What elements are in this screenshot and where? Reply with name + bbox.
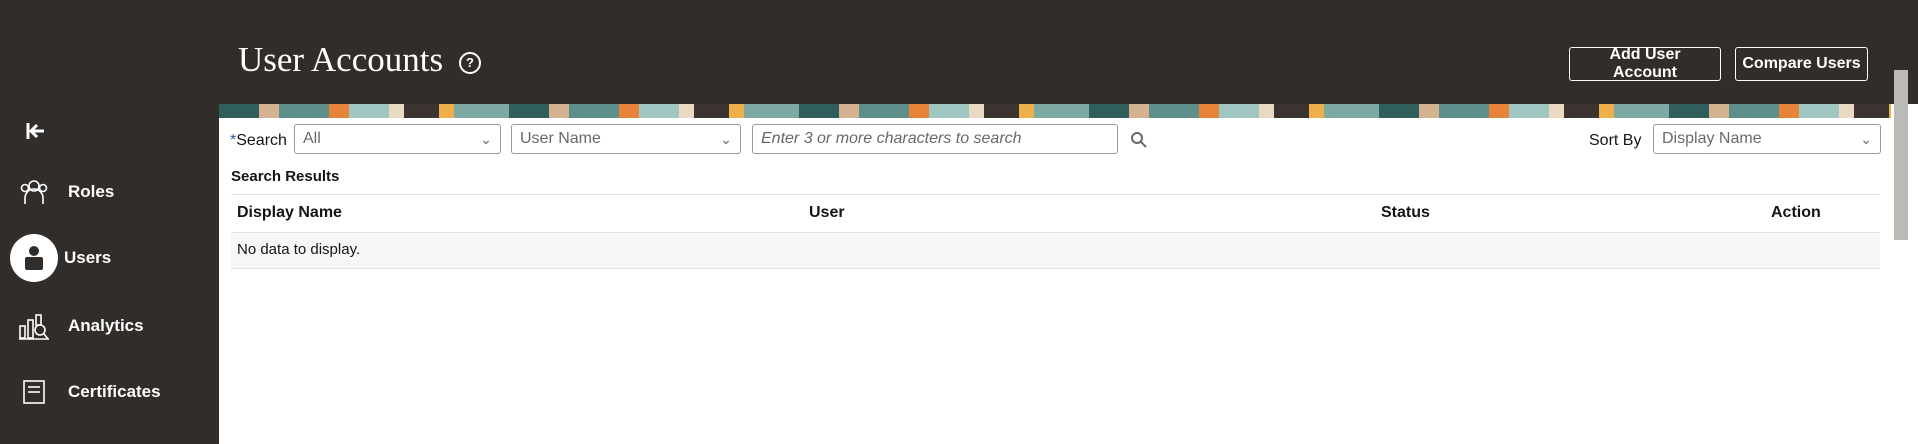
certificate-icon bbox=[10, 368, 58, 416]
search-results-title: Search Results bbox=[231, 168, 340, 185]
roles-icon bbox=[10, 168, 58, 216]
decorative-banner bbox=[219, 104, 1891, 118]
chevron-down-icon: ⌄ bbox=[480, 131, 492, 147]
chevron-down-icon: ⌄ bbox=[1860, 131, 1872, 147]
sidebar-item-label: Analytics bbox=[68, 316, 144, 335]
user-icon bbox=[10, 234, 58, 282]
page-title: User Accounts bbox=[238, 40, 444, 79]
sidebar-item-label: Users bbox=[64, 248, 112, 267]
sort-by-label: Sort By bbox=[1589, 132, 1642, 149]
add-user-account-button[interactable]: Add User Account bbox=[1569, 46, 1721, 81]
sidebar-item-label: Certificates bbox=[68, 382, 161, 401]
column-header-status[interactable]: Status bbox=[1381, 204, 1430, 222]
sidebar: Roles Users Analytics Certificates bbox=[0, 0, 219, 444]
search-label: *Search bbox=[230, 132, 287, 149]
compare-users-button[interactable]: Compare Users bbox=[1735, 47, 1868, 81]
table-header: Display Name User Status Action bbox=[231, 195, 1880, 233]
search-input[interactable]: Enter 3 or more characters to search bbox=[752, 124, 1118, 154]
empty-message: No data to display. bbox=[237, 241, 361, 258]
sort-by-select[interactable]: Display Name ⌄ bbox=[1653, 124, 1881, 154]
column-header-action: Action bbox=[1771, 204, 1821, 221]
scrollbar[interactable] bbox=[1894, 70, 1908, 240]
column-header-display-name[interactable]: Display Name bbox=[237, 204, 342, 222]
column-header-user[interactable]: User bbox=[809, 204, 845, 222]
collapse-sidebar-icon[interactable] bbox=[25, 120, 49, 144]
sidebar-item-analytics[interactable]: Analytics bbox=[10, 302, 210, 350]
analytics-icon bbox=[10, 302, 58, 350]
help-icon[interactable]: ? bbox=[459, 52, 481, 74]
sidebar-item-users[interactable]: Users bbox=[10, 234, 210, 282]
table-row: No data to display. bbox=[231, 233, 1880, 269]
sidebar-item-certificates[interactable]: Certificates bbox=[10, 368, 210, 416]
search-field-select[interactable]: User Name ⌄ bbox=[511, 124, 741, 154]
search-scope-select[interactable]: All ⌄ bbox=[294, 124, 501, 154]
search-icon[interactable] bbox=[1130, 131, 1148, 149]
results-table: Display Name User Status Action No data … bbox=[231, 194, 1880, 269]
sidebar-item-label: Roles bbox=[68, 182, 115, 201]
chevron-down-icon: ⌄ bbox=[720, 131, 732, 147]
sidebar-item-roles[interactable]: Roles bbox=[10, 168, 210, 216]
